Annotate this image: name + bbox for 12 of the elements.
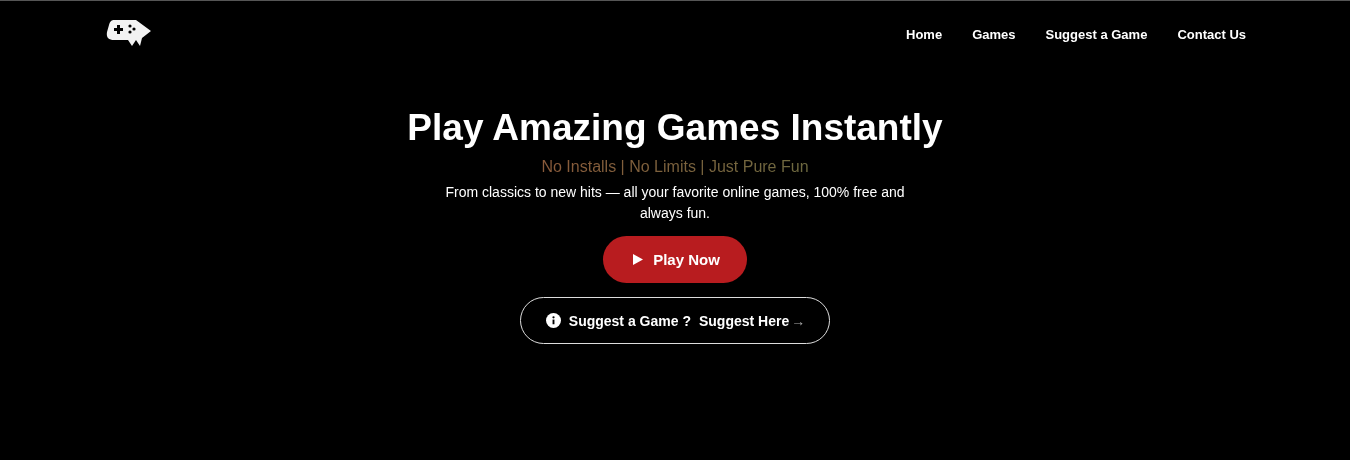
gamepad-icon[interactable] [106, 18, 152, 48]
hero-title: Play Amazing Games Instantly [407, 106, 943, 150]
hero-description: From classics to new hits — all your favorite online games, 100% free and always fun. [444, 183, 906, 223]
nav-link[interactable]: Games [972, 26, 1016, 42]
nav-link[interactable]: Contact Us [1177, 26, 1246, 42]
info-icon [545, 313, 561, 328]
tagline: No Installs | No Limits | Just Pure Fun [541, 158, 809, 176]
play-now-button[interactable]: Play Now [603, 236, 747, 283]
nav-link[interactable]: Suggest a Game [1045, 26, 1148, 42]
play-icon [633, 254, 644, 265]
suggest-game-button[interactable]: Suggest a Game ? Suggest Here→ [519, 297, 831, 344]
nav-link[interactable]: Home [906, 26, 943, 42]
